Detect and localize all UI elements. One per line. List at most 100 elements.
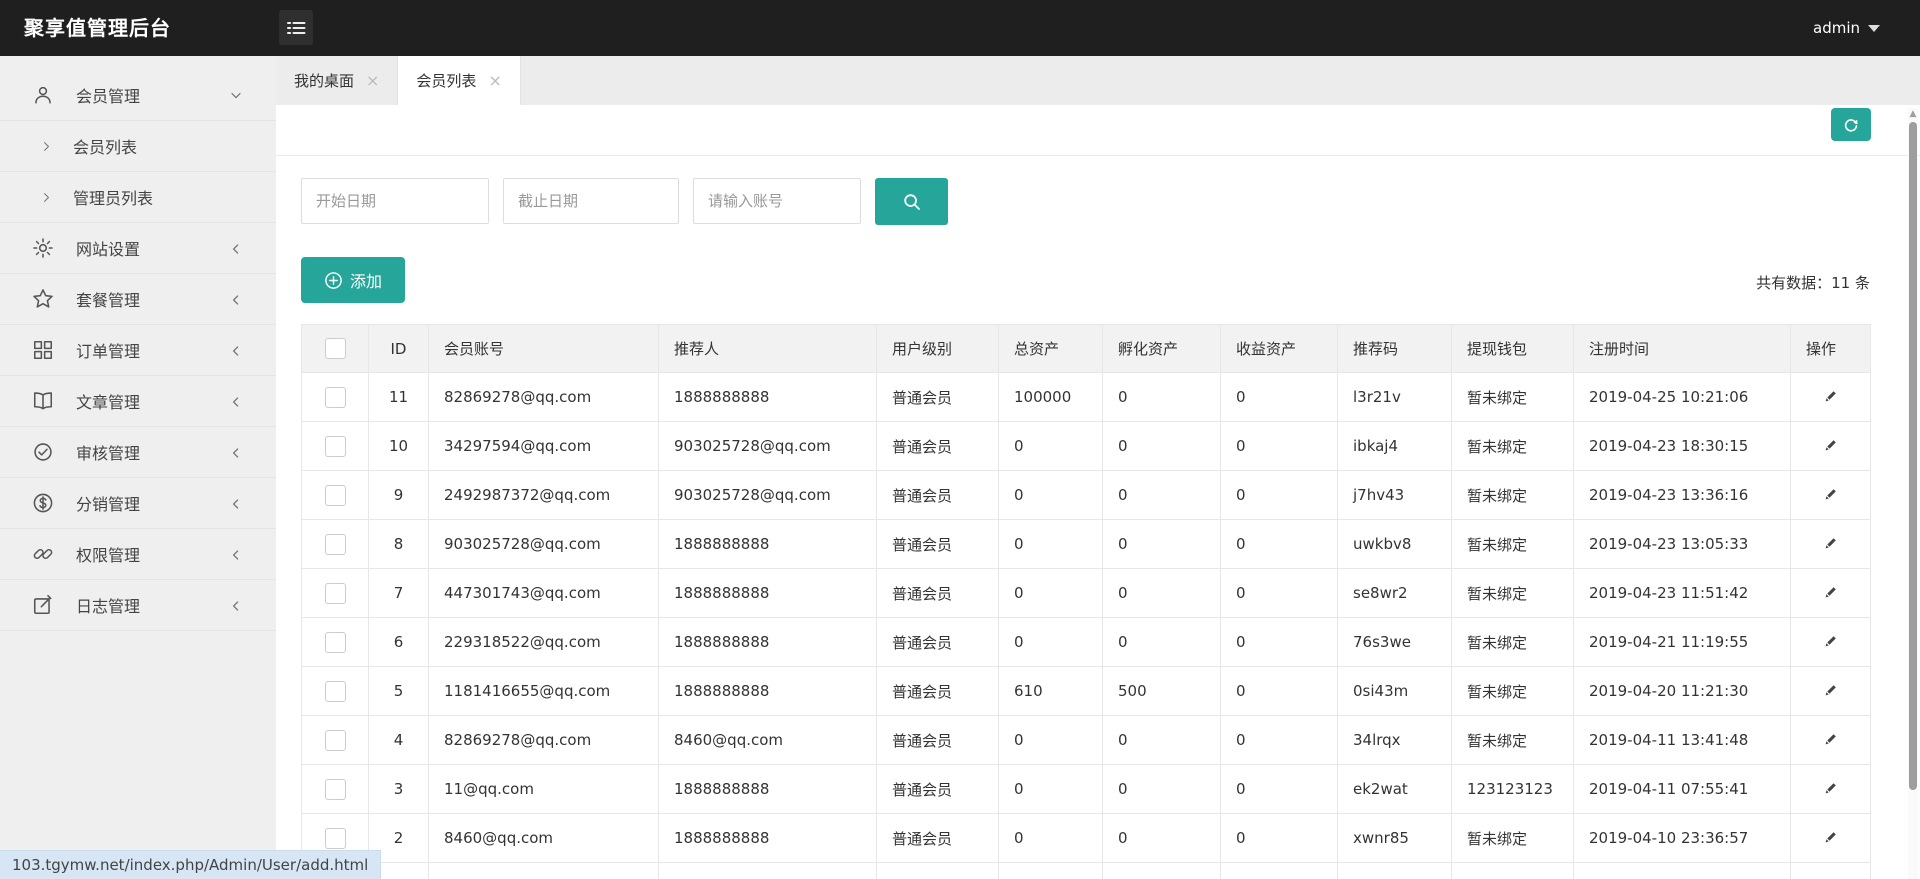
sidebar-item-member-management[interactable]: 会员管理	[0, 70, 276, 121]
user-menu[interactable]: admin	[1813, 0, 1880, 56]
close-icon[interactable]: ×	[366, 71, 379, 90]
cell-id: 10	[369, 422, 429, 471]
tab-member-list[interactable]: 会员列表 ×	[398, 56, 520, 105]
sidebar: 会员管理 会员列表 管理员列表 网站设置 套餐管理 订单管理	[0, 56, 276, 879]
cell-referrer: 1888888888	[659, 520, 877, 569]
row-checkbox[interactable]	[325, 534, 346, 555]
cell-total-assets: 0	[999, 520, 1103, 569]
cell-referrer: 903025728@qq.com	[659, 471, 877, 520]
table-header-row: ID 会员账号 推荐人 用户级别 总资产 孵化资产 收益资产 推荐码 提现钱包 …	[302, 325, 1871, 373]
cell-register-time: 2019-04-10 23:36:57	[1574, 814, 1791, 863]
account-input[interactable]	[693, 178, 861, 224]
edit-row-button[interactable]	[1819, 580, 1843, 607]
cell-register-time: 2019-04-21 11:19:55	[1574, 618, 1791, 667]
edit-row-button[interactable]	[1819, 678, 1843, 705]
cell-total-assets: 0	[999, 569, 1103, 618]
edit-row-button[interactable]	[1819, 825, 1843, 852]
cell-wallet: 暂未绑定	[1452, 667, 1574, 716]
pencil-icon	[1823, 584, 1839, 600]
chevron-right-icon	[40, 191, 53, 204]
edit-row-button[interactable]	[1819, 727, 1843, 754]
cell-account: 2492987372@qq.com	[429, 471, 659, 520]
cell-ref-code: ibkaj4	[1338, 422, 1452, 471]
row-checkbox[interactable]	[325, 730, 346, 751]
refresh-icon	[1842, 116, 1860, 134]
end-date-input[interactable]	[503, 178, 679, 224]
sidebar-item-label: 网站设置	[76, 236, 140, 260]
sidebar-item-order-management[interactable]: 订单管理	[0, 325, 276, 376]
row-checkbox[interactable]	[325, 436, 346, 457]
row-checkbox[interactable]	[325, 828, 346, 849]
cell-ref-code: 34lrqx	[1338, 716, 1452, 765]
cell-hatch-assets: 0	[1103, 471, 1221, 520]
sidebar-item-log-management[interactable]: 日志管理	[0, 580, 276, 631]
cell-wallet: 暂未绑定	[1452, 716, 1574, 765]
cell-total-assets: 0	[999, 422, 1103, 471]
cell-income-assets: 0	[1221, 814, 1338, 863]
cell-id: 8	[369, 520, 429, 569]
main-content: 添加 共有数据：11 条 ID 会员账号 推荐人 用户级别 总资产 孵化资产 收…	[276, 105, 1920, 879]
sidebar-item-article-management[interactable]: 文章管理	[0, 376, 276, 427]
edit-row-button[interactable]	[1819, 776, 1843, 803]
add-button[interactable]: 添加	[301, 257, 405, 303]
cell-level: 普通会员	[877, 814, 999, 863]
scrollbar-thumb[interactable]	[1909, 122, 1917, 790]
row-checkbox[interactable]	[325, 583, 346, 604]
cell-total-assets: 610	[999, 667, 1103, 716]
cell-level: 普通会员	[877, 569, 999, 618]
edit-row-button[interactable]	[1819, 433, 1843, 460]
pencil-icon	[1823, 682, 1839, 698]
table-row: 6 229318522@qq.com 1888888888 普通会员 0 0 0…	[302, 618, 1871, 667]
select-all-checkbox[interactable]	[325, 338, 346, 359]
sidebar-item-audit-management[interactable]: 审核管理	[0, 427, 276, 478]
edit-row-button[interactable]	[1819, 384, 1843, 411]
row-checkbox[interactable]	[325, 681, 346, 702]
edit-row-button[interactable]	[1819, 629, 1843, 656]
sidebar-item-label: 权限管理	[76, 542, 140, 566]
sidebar-toggle-button[interactable]	[279, 10, 313, 45]
total-count-text: 共有数据：11 条	[1756, 272, 1870, 293]
edit-row-button[interactable]	[1819, 531, 1843, 558]
row-checkbox[interactable]	[325, 387, 346, 408]
cell-hatch-assets: 500	[1103, 667, 1221, 716]
table-row: 3 11@qq.com 1888888888 普通会员 0 0 0 ek2wat…	[302, 765, 1871, 814]
tab-my-desktop[interactable]: 我的桌面 ×	[276, 56, 398, 105]
sidebar-item-admin-list[interactable]: 管理员列表	[0, 172, 276, 223]
row-checkbox[interactable]	[325, 779, 346, 800]
hamburger-icon	[284, 16, 308, 40]
refresh-button[interactable]	[1831, 108, 1871, 141]
chevron-left-icon	[228, 292, 244, 308]
row-checkbox[interactable]	[325, 632, 346, 653]
sidebar-item-permission-management[interactable]: 权限管理	[0, 529, 276, 580]
sidebar-item-member-list[interactable]: 会员列表	[0, 121, 276, 172]
vertical-scrollbar[interactable]: ▲	[1908, 108, 1918, 879]
scroll-up-arrow-icon[interactable]: ▲	[1908, 108, 1918, 120]
cell-hatch-assets: 0	[1103, 814, 1221, 863]
cell-hatch-assets: 0	[1103, 618, 1221, 667]
cell-referrer: 1888888888	[659, 814, 877, 863]
search-icon	[902, 192, 922, 212]
start-date-input[interactable]	[301, 178, 489, 224]
tabbar: 我的桌面 × 会员列表 ×	[276, 56, 1920, 105]
cell-wallet: 暂未绑定	[1452, 520, 1574, 569]
status-url-tooltip: 103.tgymw.net/index.php/Admin/User/add.h…	[0, 850, 381, 879]
cell-total-assets: 100000	[999, 373, 1103, 422]
cell-account: 229318522@qq.com	[429, 618, 659, 667]
cell-id: 6	[369, 618, 429, 667]
sidebar-item-package-management[interactable]: 套餐管理	[0, 274, 276, 325]
gear-icon	[32, 237, 54, 259]
row-checkbox[interactable]	[325, 485, 346, 506]
divider	[276, 155, 1920, 156]
cell-id: 5	[369, 667, 429, 716]
cell-level: 普通会员	[877, 373, 999, 422]
edit-row-button[interactable]	[1819, 482, 1843, 509]
search-button[interactable]	[875, 178, 948, 225]
sidebar-item-distribution-management[interactable]: 分销管理	[0, 478, 276, 529]
pencil-icon	[1823, 535, 1839, 551]
cell-register-time: 2019-04-25 10:21:06	[1574, 373, 1791, 422]
close-icon[interactable]: ×	[488, 71, 501, 90]
chevron-left-icon	[228, 241, 244, 257]
sidebar-item-site-settings[interactable]: 网站设置	[0, 223, 276, 274]
cell-hatch-assets: 0	[1103, 422, 1221, 471]
cell-level: 普通会员	[877, 765, 999, 814]
